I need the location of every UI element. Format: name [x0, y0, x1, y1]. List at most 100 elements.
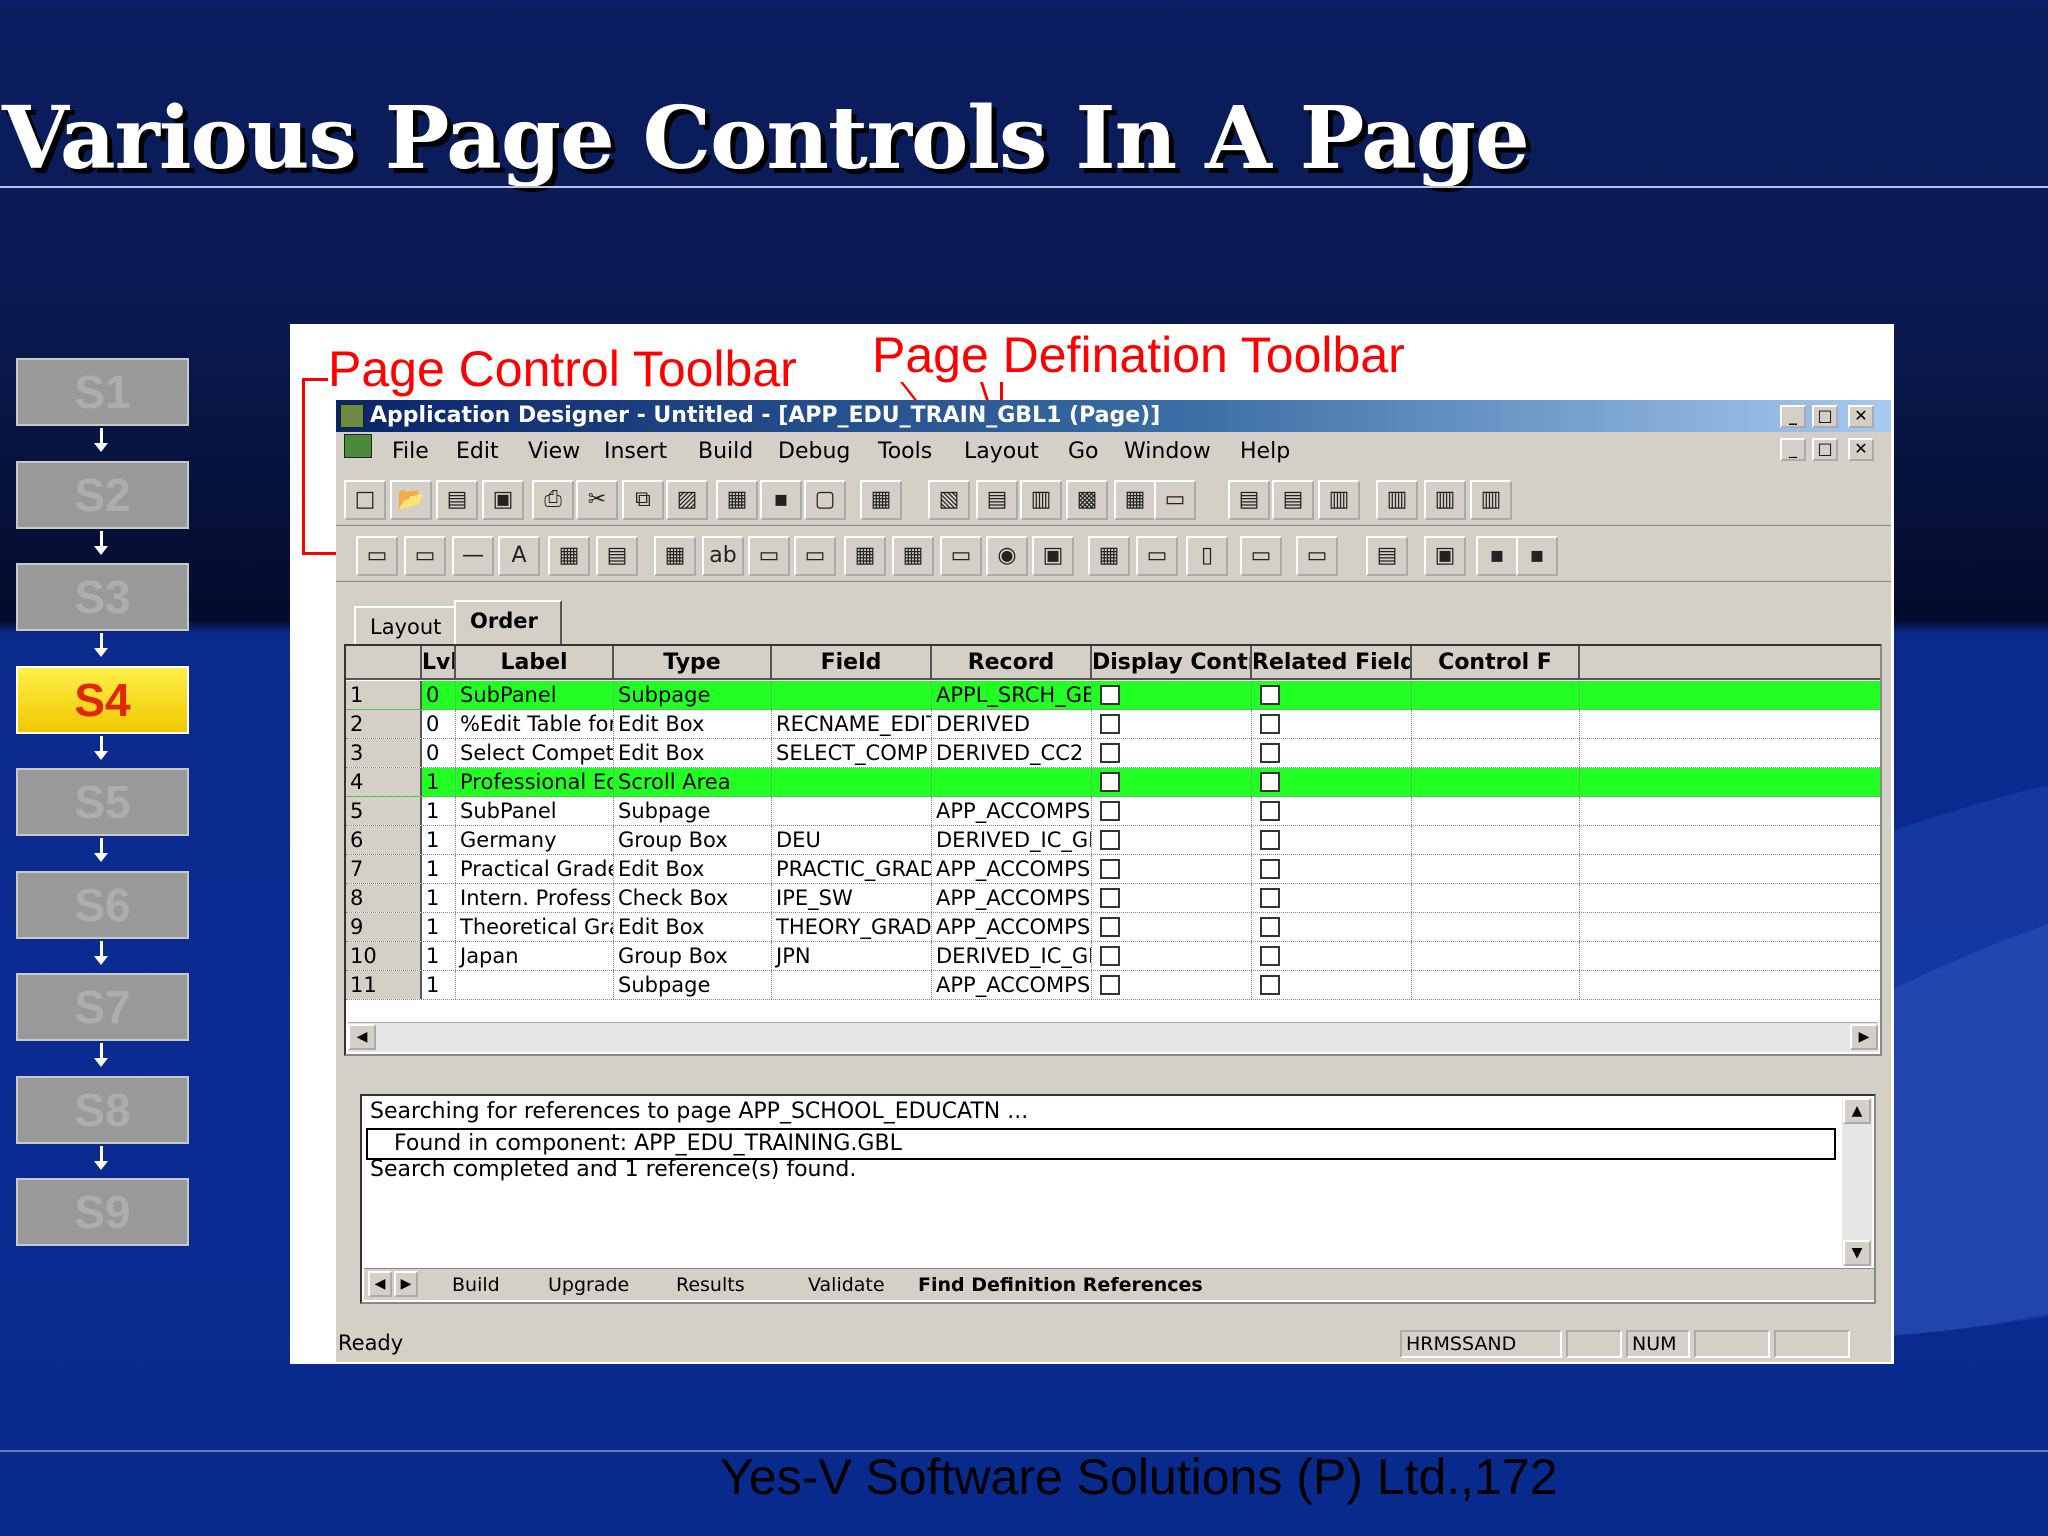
grid-control-icon[interactable]: ▦: [1088, 536, 1130, 576]
project-icon[interactable]: ▦: [716, 480, 758, 520]
menu-tools[interactable]: Tools: [878, 434, 932, 470]
align-middle-icon[interactable]: ▥: [1424, 480, 1466, 520]
secondary-page-icon[interactable]: ▭: [1240, 536, 1282, 576]
menu-edit[interactable]: Edit: [456, 434, 499, 470]
table-row[interactable]: 81Intern. ProfessionCheck BoxIPE_SWAPP_A…: [346, 884, 1880, 913]
display-control-checkbox[interactable]: [1100, 801, 1120, 821]
image-icon[interactable]: ▦: [844, 536, 886, 576]
menu-build[interactable]: Build: [698, 434, 753, 470]
step-s9[interactable]: S9: [16, 1178, 189, 1246]
scroll-bar-icon[interactable]: ▯: [1186, 536, 1228, 576]
scroll-down-button[interactable]: ▼: [1843, 1240, 1871, 1266]
display-control-checkbox[interactable]: [1100, 946, 1120, 966]
paste-icon[interactable]: ▨: [666, 480, 708, 520]
output-tab-results[interactable]: Results: [676, 1273, 745, 1297]
related-field-checkbox[interactable]: [1260, 917, 1280, 937]
table-row[interactable]: 1 0 SubPanel Subpage APPL_SRCH_GB: [346, 681, 1880, 710]
table-row[interactable]: 41Professional EducScroll Area: [346, 768, 1880, 797]
new-icon[interactable]: □: [344, 480, 386, 520]
table-row[interactable]: 6 1 Germany Group Box DEU DERIVED_IC_GB: [346, 826, 1880, 855]
table-row[interactable]: 20%Edit Table for REdit BoxRECNAME_EDITD…: [346, 710, 1880, 739]
output-tab-validate[interactable]: Validate: [808, 1273, 885, 1297]
edit-box-icon[interactable]: ▭: [748, 536, 790, 576]
step-s7[interactable]: S7: [16, 973, 189, 1041]
compile-icon[interactable]: ▪: [760, 480, 802, 520]
display-control-checkbox[interactable]: [1100, 917, 1120, 937]
table-row[interactable]: 10 1 Japan Group Box JPN DERIVED_IC_GB: [346, 942, 1880, 971]
related-field-checkbox[interactable]: [1260, 830, 1280, 850]
display-control-checkbox[interactable]: [1100, 714, 1120, 734]
related-field-checkbox[interactable]: [1260, 946, 1280, 966]
grid-icon[interactable]: ▦: [1114, 480, 1156, 520]
display-control-checkbox[interactable]: [1100, 830, 1120, 850]
table-row[interactable]: 5 1 SubPanel Subpage APP_ACCOMPS: [346, 797, 1880, 826]
display-control-checkbox[interactable]: [1100, 859, 1120, 879]
menu-view[interactable]: View: [528, 434, 580, 470]
maximize-button[interactable]: □: [1812, 405, 1838, 428]
static-text-icon[interactable]: A: [498, 536, 540, 576]
push-button-icon[interactable]: ▭: [940, 536, 982, 576]
column-header-lvl[interactable]: Lvl: [422, 646, 456, 680]
save-icon[interactable]: ▤: [436, 480, 478, 520]
horizontal-rule-icon[interactable]: —: [452, 536, 494, 576]
child-restore-button[interactable]: □: [1812, 438, 1838, 461]
tab-order-icon[interactable]: ▧: [928, 480, 970, 520]
step-s1[interactable]: S1: [16, 358, 189, 426]
menu-file[interactable]: File: [392, 434, 429, 470]
vertical-scrollbar[interactable]: ▲ ▼: [1842, 1098, 1872, 1266]
drop-down-icon[interactable]: ▭: [794, 536, 836, 576]
step-s8[interactable]: S8: [16, 1075, 189, 1144]
related-field-checkbox[interactable]: [1260, 714, 1280, 734]
radio-button-icon[interactable]: ▦: [892, 536, 934, 576]
column-header-related-field[interactable]: Related Field: [1252, 646, 1412, 680]
scroll-right-button[interactable]: ▶: [1850, 1024, 1878, 1050]
menu-layout[interactable]: Layout: [964, 434, 1039, 470]
display-control-checkbox[interactable]: [1100, 888, 1120, 908]
output-tab-upgrade[interactable]: Upgrade: [548, 1273, 629, 1297]
close-button[interactable]: ✕: [1848, 405, 1874, 428]
select-icon[interactable]: ▦: [860, 480, 902, 520]
related-field-checkbox[interactable]: [1260, 685, 1280, 705]
table-row[interactable]: 30Select CompetencEdit BoxSELECT_COMPDER…: [346, 739, 1880, 768]
tab-scroll-right-button[interactable]: ▶: [394, 1271, 418, 1297]
chart-icon[interactable]: ▤: [596, 536, 638, 576]
menu-go[interactable]: Go: [1068, 434, 1099, 470]
menu-debug[interactable]: Debug: [778, 434, 850, 470]
copy-icon[interactable]: ⧉: [622, 480, 664, 520]
step-s2[interactable]: S2: [16, 460, 189, 529]
display-control-checkbox[interactable]: [1100, 975, 1120, 995]
analytic-icon[interactable]: ▤: [1366, 536, 1408, 576]
tree-icon[interactable]: ▭: [1296, 536, 1338, 576]
scroll-left-button[interactable]: ◀: [348, 1024, 376, 1050]
tab-order[interactable]: Order: [454, 600, 562, 646]
scroll-area-icon[interactable]: ▭: [1136, 536, 1178, 576]
open-icon[interactable]: 📂: [390, 480, 432, 520]
output-tab-build[interactable]: Build: [452, 1273, 500, 1297]
group-box-icon[interactable]: ▭: [404, 536, 446, 576]
static-image-icon[interactable]: ▦: [548, 536, 590, 576]
display-control-checkbox[interactable]: [1100, 743, 1120, 763]
frame-icon[interactable]: ▭: [356, 536, 398, 576]
static-box-icon[interactable]: ▪: [1516, 536, 1558, 576]
column-header-display-control[interactable]: Display Control: [1092, 646, 1252, 680]
scroll-up-button[interactable]: ▲: [1843, 1098, 1871, 1124]
display-control-checkbox[interactable]: [1100, 772, 1120, 792]
tab-scroll-left-button[interactable]: ◀: [368, 1271, 392, 1297]
related-field-checkbox[interactable]: [1260, 743, 1280, 763]
align-left-icon[interactable]: ▤: [1228, 480, 1270, 520]
column-header-field[interactable]: Field: [772, 646, 932, 680]
related-field-checkbox[interactable]: [1260, 772, 1280, 792]
html-area-icon[interactable]: ▦: [654, 536, 696, 576]
long-edit-icon[interactable]: ab: [702, 536, 744, 576]
child-minimize-button[interactable]: _: [1780, 438, 1806, 461]
child-close-button[interactable]: ✕: [1848, 438, 1874, 461]
snap-icon[interactable]: ▭: [1154, 480, 1196, 520]
related-field-checkbox[interactable]: [1260, 888, 1280, 908]
page-icon[interactable]: ▢: [804, 480, 846, 520]
column-header-control-f[interactable]: Control F: [1412, 646, 1580, 680]
column-header-record[interactable]: Record: [932, 646, 1092, 680]
menu-insert[interactable]: Insert: [604, 434, 667, 470]
column-header-label[interactable]: Label: [456, 646, 614, 680]
table-row[interactable]: 7 1 Practical Grade Edit Box PRACTIC_GRAD APP…: [346, 855, 1880, 884]
step-s6[interactable]: S6: [16, 870, 189, 939]
